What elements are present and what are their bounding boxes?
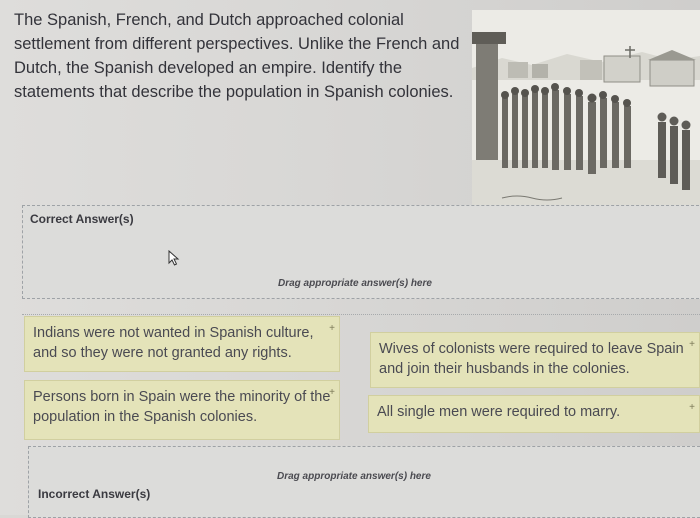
drag-handle-icon: + bbox=[689, 339, 695, 350]
incorrect-drop-hint: Drag appropriate answer(s) here bbox=[277, 471, 431, 482]
incorrect-answers-drop-zone[interactable]: Drag appropriate answer(s) here Incorrec… bbox=[28, 446, 700, 518]
answer-tile-2[interactable]: Wives of colonists were required to leav… bbox=[370, 332, 700, 388]
divider bbox=[22, 314, 700, 315]
answer-tile-3[interactable]: Persons born in Spain were the minority … bbox=[24, 380, 340, 440]
incorrect-answers-title: Incorrect Answer(s) bbox=[38, 487, 151, 501]
drag-handle-icon: + bbox=[329, 323, 335, 334]
correct-drop-hint: Drag appropriate answer(s) here bbox=[278, 278, 432, 289]
drag-handle-icon: + bbox=[329, 387, 335, 398]
correct-answers-drop-zone[interactable]: Correct Answer(s) Drag appropriate answe… bbox=[22, 205, 700, 299]
answer-tile-text: Persons born in Spain were the minority … bbox=[33, 389, 331, 425]
colonial-procession-image bbox=[472, 10, 700, 208]
mouse-pointer-icon bbox=[168, 249, 180, 271]
answer-tile-text: All single men were required to marry. bbox=[377, 404, 621, 420]
drag-handle-icon: + bbox=[689, 402, 695, 413]
answer-tile-text: Wives of colonists were required to leav… bbox=[379, 341, 684, 377]
answer-tile-text: Indians were not wanted in Spanish cultu… bbox=[33, 325, 314, 361]
question-text: The Spanish, French, and Dutch approache… bbox=[14, 11, 460, 101]
answer-tile-1[interactable]: Indians were not wanted in Spanish cultu… bbox=[24, 316, 340, 372]
answer-tile-4[interactable]: All single men were required to marry. + bbox=[368, 395, 700, 433]
correct-answers-title: Correct Answer(s) bbox=[30, 212, 134, 226]
